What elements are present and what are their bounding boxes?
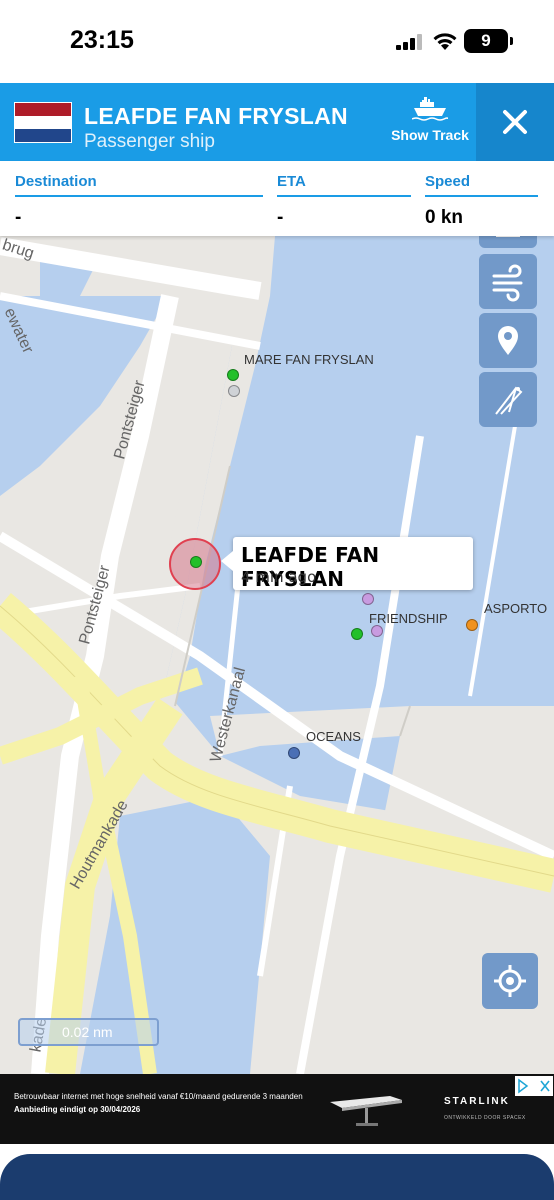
- vessel-marker-green-2[interactable]: [351, 628, 363, 640]
- vessel-marker-mare-fan-fryslan[interactable]: [227, 369, 239, 381]
- wind-icon: [492, 264, 523, 302]
- speed-field: Speed 0 kn: [425, 173, 538, 229]
- vessel-header: LEAFDE FAN FRYSLAN Passenger ship Show T…: [0, 83, 554, 161]
- close-icon: [503, 110, 527, 134]
- map-control-top-button[interactable]: [479, 236, 537, 248]
- destination-label: Destination: [15, 173, 263, 197]
- battery-icon: 9: [464, 29, 513, 53]
- map-scale: 0.02 nm: [18, 1018, 159, 1046]
- ad-fine-print: [14, 1120, 284, 1130]
- ad-brand: STARLINK: [444, 1096, 510, 1107]
- eta-label: ETA: [277, 173, 411, 197]
- ad-choices-icon: [518, 1078, 550, 1094]
- weather-layer-button[interactable]: [479, 254, 537, 309]
- destination-value: -: [15, 207, 22, 228]
- ad-headline: Betrouwbaar internet met hoge snelheid v…: [14, 1092, 303, 1101]
- close-button[interactable]: [476, 83, 554, 161]
- measure-tool-button[interactable]: [479, 372, 537, 427]
- locate-me-button[interactable]: [482, 953, 538, 1009]
- ad-banner[interactable]: Betrouwbaar internet met hoge snelheid v…: [0, 1074, 554, 1144]
- callout-time-ago: 4 min ago: [241, 568, 317, 586]
- layers-icon: [496, 236, 520, 237]
- vessel-label-asporto: ASPORTO: [484, 601, 548, 616]
- vessel-marker-purple-1[interactable]: [362, 593, 374, 605]
- vessel-name: LEAFDE FAN FRYSLAN: [84, 103, 348, 129]
- ship-icon: [412, 97, 448, 121]
- vessel-type: Passenger ship: [84, 131, 215, 152]
- bottom-navigation[interactable]: [0, 1154, 554, 1200]
- show-track-button[interactable]: Show Track: [388, 93, 472, 153]
- show-track-label: Show Track: [391, 127, 469, 143]
- vessel-label-oceans: OCEANS: [306, 729, 361, 744]
- eta-field: ETA -: [277, 173, 411, 229]
- destination-field: Destination -: [15, 173, 263, 229]
- status-bar: 23:15 9: [0, 0, 554, 83]
- vessel-label-mare-fan-fryslan: MARE FAN FRYSLAN: [244, 352, 374, 367]
- location-pin-icon: [498, 326, 518, 355]
- ad-offer-end: Aanbieding eindigt op 30/04/2026: [14, 1105, 141, 1114]
- selected-vessel-marker[interactable]: [190, 556, 202, 568]
- wifi-icon: [432, 31, 458, 56]
- map-scale-label: 0.02 nm: [62, 1024, 113, 1040]
- starlink-dish-image: [330, 1096, 402, 1126]
- ad-choices-badge[interactable]: [515, 1076, 553, 1096]
- eta-value: -: [277, 207, 284, 228]
- vessel-marker-asporto[interactable]: [466, 619, 478, 631]
- compass-divider-icon: [495, 386, 523, 415]
- flag-netherlands-icon: [14, 102, 72, 143]
- map-view[interactable]: brug ewater Pontsteiger Pontsteiger West…: [0, 236, 554, 1074]
- speed-value: 0 kn: [425, 207, 464, 228]
- vessel-info-row: Destination - ETA - Speed 0 kn: [0, 161, 554, 236]
- vessel-marker-friendship[interactable]: [371, 625, 383, 637]
- selected-vessel-callout[interactable]: LEAFDE FAN FRYSLAN 4 min ago: [221, 537, 473, 591]
- status-time: 23:15: [70, 26, 134, 54]
- cellular-signal-icon: [396, 34, 424, 55]
- crosshair-icon: [494, 965, 526, 997]
- vessel-marker-grey[interactable]: [228, 385, 240, 397]
- ad-brand-sub: ONTWIKKELD DOOR SPACEX: [444, 1115, 526, 1121]
- vessel-marker-oceans[interactable]: [288, 747, 300, 759]
- vessel-label-friendship: FRIENDSHIP: [369, 611, 448, 626]
- ports-layer-button[interactable]: [479, 313, 537, 368]
- speed-label: Speed: [425, 173, 538, 197]
